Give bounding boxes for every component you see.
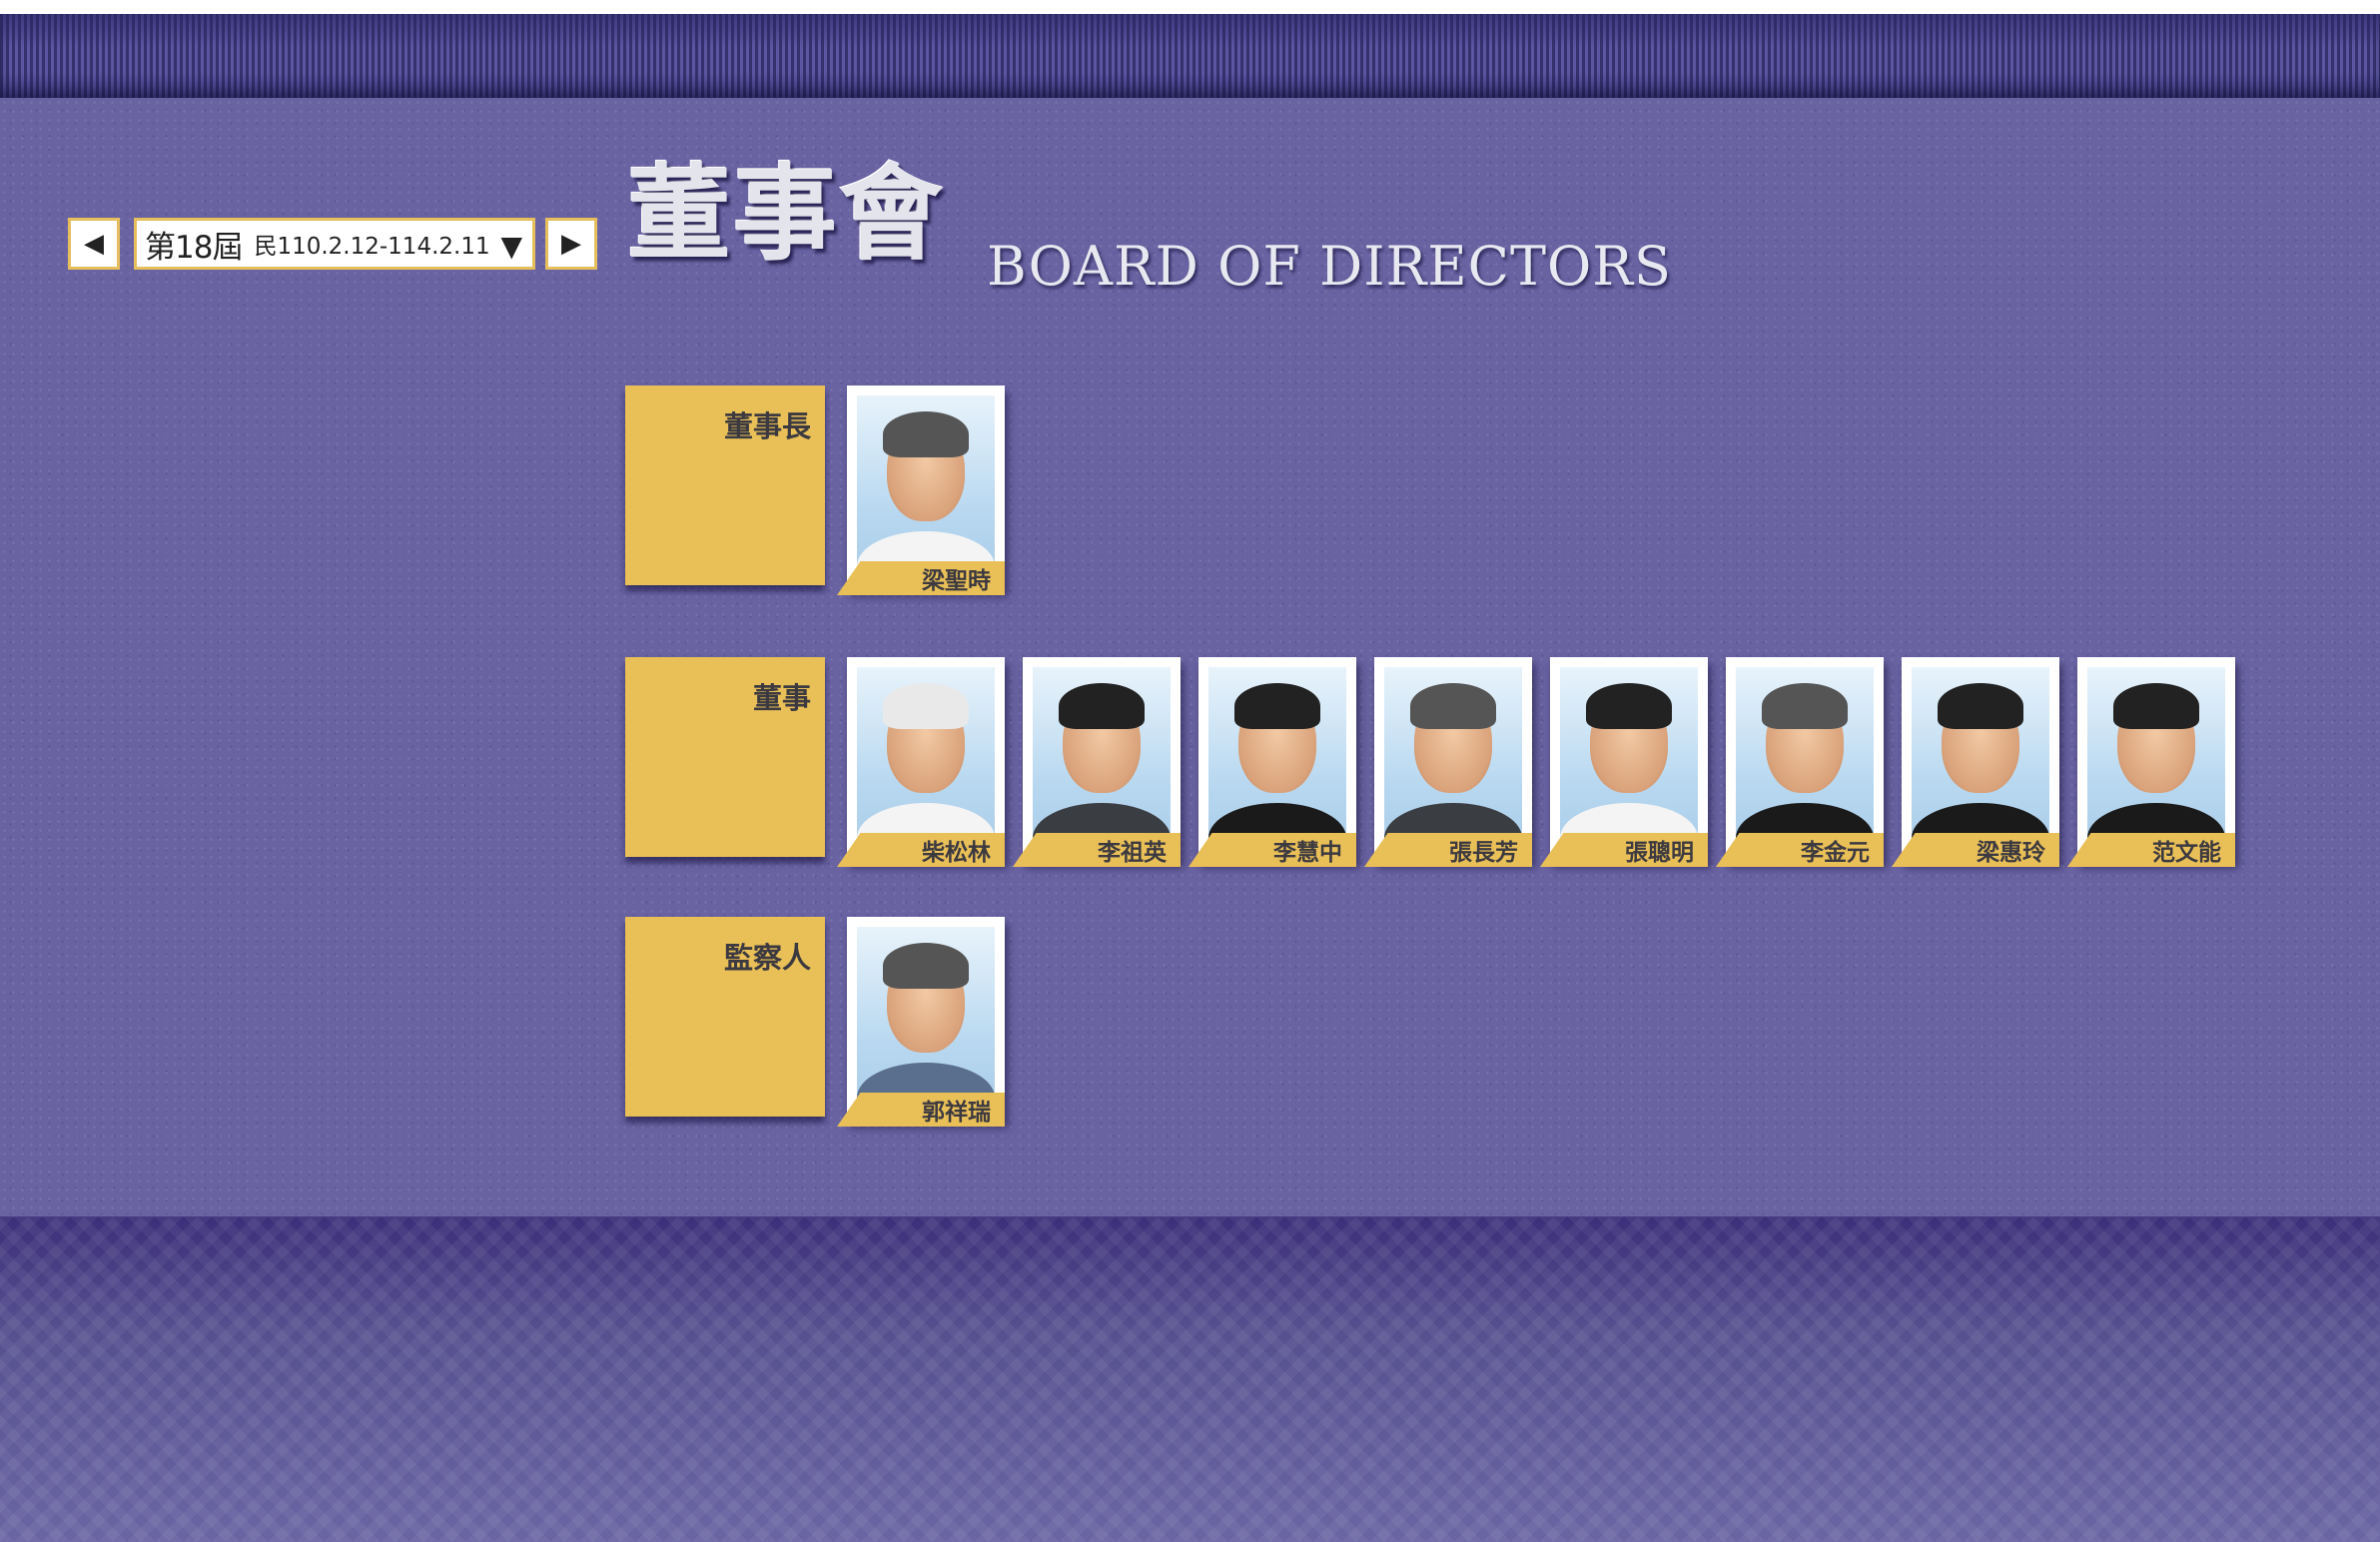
term-label: 第18屆: [145, 229, 243, 266]
bottom-band: [0, 1216, 2380, 1542]
member-card[interactable]: 梁聖時: [837, 386, 1005, 595]
page-subtitle: BOARD OF DIRECTORS: [987, 235, 1672, 298]
page-title: 董事會: [627, 152, 946, 275]
member-card[interactable]: 李慧中: [1189, 657, 1356, 867]
member-card[interactable]: 范文能: [2067, 657, 2235, 867]
triangle-right-icon: ▶: [561, 229, 581, 259]
role-supervisor: 監察人: [625, 917, 825, 1117]
member-photo: [1912, 667, 2049, 861]
role-chairman: 董事長: [625, 386, 825, 585]
role-label: 監察人: [723, 941, 811, 975]
member-card[interactable]: 梁惠玲: [1892, 657, 2059, 867]
member-name: 張長芳: [1364, 833, 1532, 867]
triangle-left-icon: ◀: [84, 229, 104, 259]
term-dates: 民110.2.12-114.2.11: [254, 234, 490, 260]
member-name: 郭祥瑞: [837, 1093, 1005, 1127]
member-photo: [1736, 667, 1874, 861]
member-card[interactable]: 張聰明: [1540, 657, 1708, 867]
member-photo: [857, 927, 995, 1121]
member-photo: [1560, 667, 1698, 861]
member-photo: [1384, 667, 1522, 861]
member-photo: [857, 395, 995, 589]
member-name: 梁惠玲: [1892, 833, 2059, 867]
role-label: 董事長: [723, 409, 811, 443]
member-name: 張聰明: [1540, 833, 1708, 867]
role-label: 董事: [752, 681, 811, 715]
member-name: 柴松林: [837, 833, 1005, 867]
member-card[interactable]: 李金元: [1716, 657, 1884, 867]
next-term-button[interactable]: ▶: [545, 218, 597, 270]
member-photo: [1208, 667, 1346, 861]
member-name: 李祖英: [1013, 833, 1181, 867]
member-name: 梁聖時: [837, 561, 1005, 595]
prev-term-button[interactable]: ◀: [68, 218, 120, 270]
dropdown-arrow-icon: ▼: [500, 230, 522, 263]
top-banner: [0, 14, 2380, 98]
member-card[interactable]: 柴松林: [837, 657, 1005, 867]
member-card[interactable]: 李祖英: [1013, 657, 1181, 867]
member-photo: [2087, 667, 2225, 861]
role-directors: 董事: [625, 657, 825, 857]
member-photo: [857, 667, 995, 861]
member-name: 范文能: [2067, 833, 2235, 867]
member-card[interactable]: 張長芳: [1364, 657, 1532, 867]
member-photo: [1033, 667, 1171, 861]
member-name: 李慧中: [1189, 833, 1356, 867]
member-card[interactable]: 郭祥瑞: [837, 917, 1005, 1127]
member-name: 李金元: [1716, 833, 1884, 867]
term-select[interactable]: 第18屆 民110.2.12-114.2.11 ▼: [134, 218, 535, 270]
